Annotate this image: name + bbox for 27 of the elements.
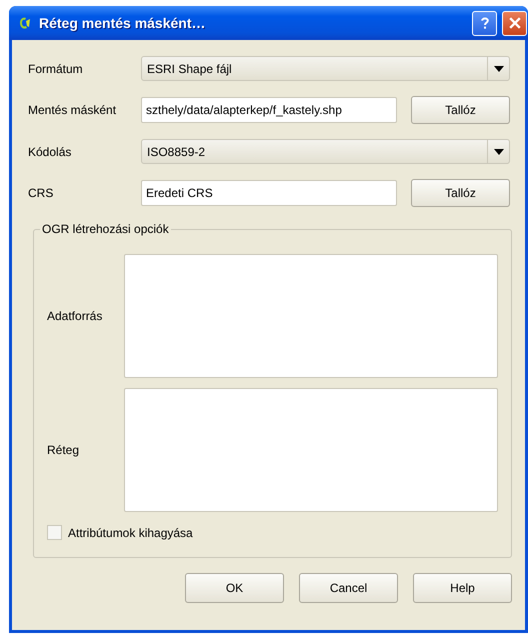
browse-button[interactable]: Tallóz (411, 179, 510, 207)
dropdown[interactable]: ESRI Shape fájl (141, 56, 510, 81)
text-area[interactable] (124, 254, 498, 378)
text-area[interactable] (124, 388, 498, 512)
close-icon (506, 15, 522, 31)
field-label: CRS (28, 186, 54, 200)
field-label: Adatforrás (47, 309, 104, 323)
group-title: OGR létrehozási opciók (40, 222, 171, 236)
field-label: Kódolás (28, 144, 72, 158)
caret-icon (494, 66, 504, 72)
input-field[interactable]: Eredeti CRS (141, 180, 397, 206)
dropdown[interactable]: ISO8859-2 (141, 139, 510, 164)
dialog-button[interactable]: Help (413, 573, 512, 603)
close-button[interactable] (502, 10, 527, 36)
dialog-button[interactable]: OK (185, 573, 284, 603)
field-label: Formátum (28, 62, 84, 76)
checkbox[interactable] (47, 525, 62, 540)
dialog-button[interactable]: Cancel (299, 573, 398, 603)
help-button[interactable] (472, 10, 497, 36)
input-field[interactable]: szthely/data/alapterkep/f_kastely.shp (141, 97, 397, 123)
field-label: Réteg (47, 443, 80, 457)
checkbox-label: Attribútumok kihagyása (68, 526, 193, 540)
app-icon (17, 15, 33, 31)
field-label: Mentés másként (28, 103, 118, 117)
window-title: Réteg mentés másként… (39, 15, 206, 31)
browse-button[interactable]: Tallóz (411, 96, 510, 124)
caret-icon (494, 148, 504, 154)
